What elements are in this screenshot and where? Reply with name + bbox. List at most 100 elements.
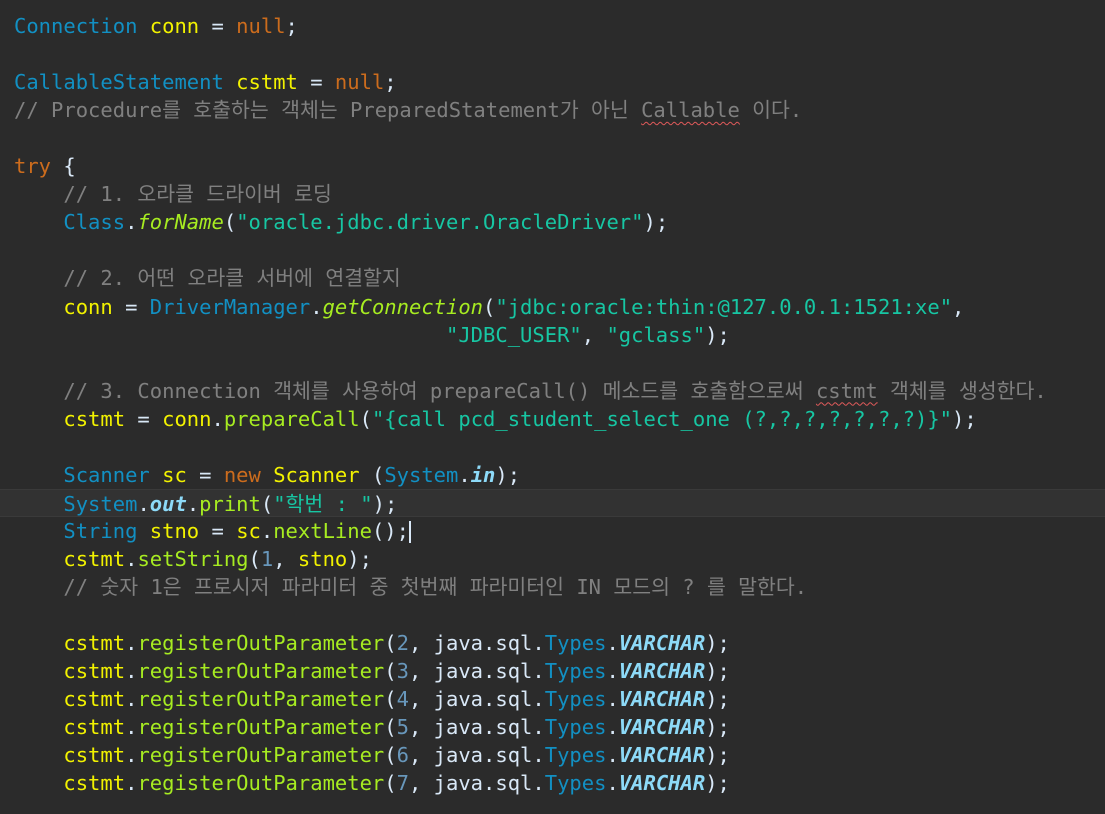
code-line[interactable] <box>0 236 1105 264</box>
code-line[interactable]: cstmt = conn.prepareCall("{call pcd_stud… <box>0 405 1105 433</box>
code-line[interactable]: CallableStatement cstmt = null; <box>0 68 1105 96</box>
code-token: Types <box>544 743 607 768</box>
code-line[interactable] <box>0 124 1105 152</box>
code-token: registerOutParameter <box>137 631 385 656</box>
code-token: registerOutParameter <box>137 743 385 768</box>
code-token: 객체를 생성한다. <box>877 378 1047 403</box>
code-line[interactable]: // 3. Connection 객체를 사용하여 prepareCall() … <box>0 377 1105 405</box>
code-token: . <box>125 771 138 796</box>
code-token: 7 <box>396 771 409 796</box>
code-token: ); <box>705 322 730 347</box>
code-token: getConnection <box>322 294 484 319</box>
code-line[interactable]: cstmt.registerOutParameter(4, java.sql.T… <box>0 685 1105 713</box>
code-token: new <box>223 462 261 487</box>
code-token: cstmt <box>63 406 126 431</box>
code-token: Scanner <box>273 462 360 487</box>
text-caret <box>409 520 411 543</box>
code-token: java.sql. <box>433 631 545 656</box>
code-token: cstmt <box>63 687 126 712</box>
code-token: ( <box>384 659 397 684</box>
code-token: Connection <box>14 14 138 38</box>
code-line[interactable]: cstmt.registerOutParameter(5, java.sql.T… <box>0 713 1105 741</box>
code-token: . <box>606 659 619 684</box>
code-line[interactable] <box>0 40 1105 68</box>
code-token: . <box>606 631 619 656</box>
code-line[interactable]: System.out.print("학번 : "); <box>0 488 1105 517</box>
code-line[interactable]: Class.forName("oracle.jdbc.driver.Oracle… <box>0 208 1105 236</box>
code-token: sc <box>236 518 261 543</box>
code-token: , <box>408 715 434 740</box>
code-token: in <box>470 462 496 487</box>
code-token: conn <box>63 294 113 319</box>
code-token: ; <box>384 70 397 95</box>
code-line[interactable]: Scanner sc = new Scanner (System.in); <box>0 461 1105 489</box>
code-line[interactable]: cstmt.registerOutParameter(6, java.sql.T… <box>0 741 1105 769</box>
code-token: Types <box>544 631 607 656</box>
code-token: 4 <box>396 687 409 712</box>
code-line[interactable] <box>0 433 1105 461</box>
code-token: ( <box>260 491 274 516</box>
code-line[interactable]: Connection conn = null; <box>0 12 1105 40</box>
code-line[interactable]: cstmt.registerOutParameter(7, java.sql.T… <box>0 769 1105 797</box>
code-token: registerOutParameter <box>137 687 385 712</box>
code-token: = <box>112 294 150 319</box>
code-token: java.sql. <box>433 743 545 768</box>
code-token: . <box>606 743 619 768</box>
code-token: cstmt <box>63 743 126 768</box>
code-token: ); <box>705 659 730 684</box>
code-line[interactable]: conn = DriverManager.getConnection("jdbc… <box>0 293 1105 321</box>
code-token: forName <box>137 210 224 235</box>
code-line[interactable]: // 2. 어떤 오라클 서버에 연결할지 <box>0 264 1105 292</box>
code-token: . <box>186 491 200 516</box>
code-line[interactable]: cstmt.registerOutParameter(3, java.sql.T… <box>0 657 1105 685</box>
code-token: java.sql. <box>433 659 545 684</box>
code-line[interactable]: cstmt.registerOutParameter(2, java.sql.T… <box>0 629 1105 657</box>
code-line[interactable] <box>0 349 1105 377</box>
code-line[interactable]: String stno = sc.nextLine(); <box>0 517 1105 545</box>
code-token: VARCHAR <box>618 631 706 656</box>
code-editor[interactable]: Connection conn = null; CallableStatement… <box>0 0 1105 814</box>
code-token: ( <box>384 631 397 656</box>
code-token: . <box>125 631 138 656</box>
code-line[interactable]: // Procedure를 호출하는 객체는 PreparedStatement… <box>0 96 1105 124</box>
code-token: Types <box>544 771 607 796</box>
code-line[interactable]: cstmt.setString(1, stno); <box>0 545 1105 573</box>
code-line[interactable]: // 1. 오라클 드라이버 로딩 <box>0 180 1105 208</box>
code-token: CallableStatement <box>14 70 224 95</box>
code-token: VARCHAR <box>618 743 706 768</box>
code-token: null <box>236 14 286 38</box>
code-token: cstmt <box>63 715 126 740</box>
code-token: , <box>408 743 434 768</box>
code-line[interactable] <box>0 601 1105 629</box>
code-line[interactable]: // 숫자 1은 프로시저 파라미터 중 첫번째 파라미터인 IN 모드의 ? … <box>0 573 1105 601</box>
code-token: registerOutParameter <box>137 715 385 740</box>
code-token: conn <box>149 14 200 38</box>
code-token: , <box>273 546 298 571</box>
code-line[interactable]: "JDBC_USER", "gclass"); <box>0 321 1105 349</box>
code-token: prepareCall <box>223 406 360 431</box>
code-token: // 숫자 1은 프로시저 파라미터 중 첫번째 파라미터인 IN 모드의 ? … <box>63 575 808 599</box>
code-token: . <box>137 491 150 516</box>
code-token: ( <box>248 546 261 571</box>
code-token: sc <box>162 462 187 487</box>
code-token: // 1. 오라클 드라이버 로딩 <box>63 182 332 207</box>
code-line[interactable]: try { <box>0 152 1105 180</box>
code-token: System <box>63 491 138 516</box>
code-token: { <box>51 154 76 179</box>
code-token: 2 <box>396 631 409 656</box>
code-token: cstmt <box>63 659 126 684</box>
code-token: stno <box>149 518 200 543</box>
code-token: stno <box>297 546 348 571</box>
code-token: . <box>125 743 138 768</box>
code-token: out <box>149 491 187 516</box>
code-token: , <box>408 771 434 796</box>
code-token: Types <box>544 715 607 740</box>
code-token: "oracle.jdbc.driver.OracleDriver" <box>236 210 644 235</box>
code-token: = <box>186 462 224 487</box>
code-token: "{call pcd_student_select_one (?,?,?,?,?… <box>371 406 953 431</box>
